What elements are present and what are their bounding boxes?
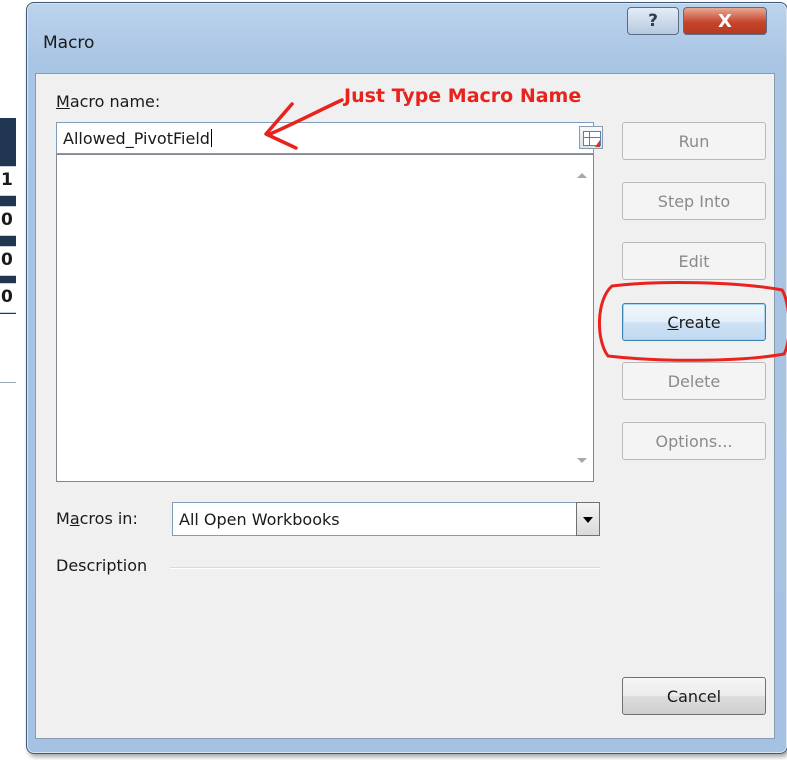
- sheet-cell: 0: [0, 206, 16, 236]
- description-divider: [170, 567, 600, 569]
- edit-button[interactable]: Edit: [622, 242, 766, 280]
- macros-in-select[interactable]: All Open Workbooks: [172, 502, 580, 536]
- annotation-text: Just Type Macro Name: [344, 85, 582, 107]
- sheet-cell: 0: [0, 246, 16, 276]
- macro-name-value: Allowed_PivotField: [63, 129, 210, 148]
- delete-button[interactable]: Delete: [622, 362, 766, 400]
- step-into-button[interactable]: Step Into: [622, 182, 766, 220]
- macros-in-label: Macros in:: [56, 509, 138, 528]
- macro-dialog: Macro ? X Macro name: Allowed_PivotField…: [26, 2, 787, 754]
- options-button[interactable]: Options...: [622, 422, 766, 460]
- run-button[interactable]: Run: [622, 122, 766, 160]
- text-caret: [210, 129, 212, 147]
- scroll-down-icon[interactable]: [577, 458, 587, 463]
- range-picker-icon[interactable]: [579, 126, 603, 149]
- description-label: Description: [56, 556, 148, 575]
- chevron-down-icon[interactable]: [576, 502, 600, 536]
- macro-list-scrollbar[interactable]: [569, 155, 593, 481]
- sheet-header-band: [0, 118, 16, 164]
- close-button[interactable]: X: [683, 7, 767, 35]
- help-button[interactable]: ?: [627, 7, 679, 35]
- help-icon: ?: [648, 11, 658, 31]
- cancel-button[interactable]: Cancel: [622, 677, 766, 715]
- macros-in-value: All Open Workbooks: [179, 510, 340, 529]
- dialog-body: Macro name: Allowed_PivotField Run Step …: [35, 73, 775, 739]
- scroll-up-icon[interactable]: [577, 173, 587, 178]
- close-icon: X: [718, 10, 732, 32]
- create-button[interactable]: Create: [622, 303, 766, 341]
- macro-name-input[interactable]: Allowed_PivotField: [56, 122, 603, 154]
- macro-list[interactable]: [56, 154, 594, 482]
- dialog-title: Macro: [43, 33, 95, 53]
- sheet-cell: 0: [0, 283, 16, 313]
- sheet-cell: 1: [0, 166, 16, 196]
- macro-name-label: Macro name:: [56, 92, 161, 111]
- sheet-divider: [0, 382, 16, 383]
